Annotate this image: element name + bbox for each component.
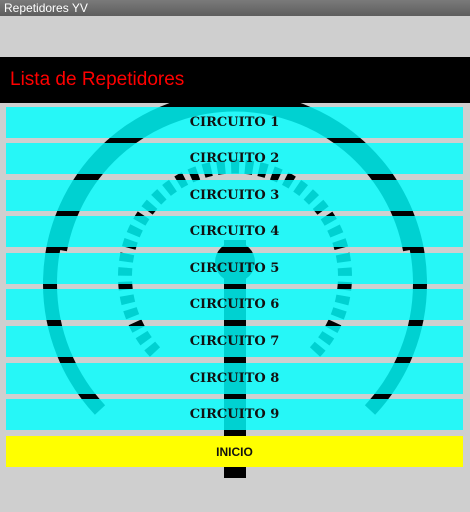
window-title-bar: Repetidores YV (0, 0, 470, 16)
circuito-6-button[interactable]: CIRCUITO 6 (6, 289, 463, 320)
circuito-3-button[interactable]: CIRCUITO 3 (6, 180, 463, 211)
circuito-8-button[interactable]: CIRCUITO 8 (6, 363, 463, 394)
inicio-button[interactable]: INICIO (6, 436, 463, 467)
circuito-1-button[interactable]: CIRCUITO 1 (6, 107, 463, 138)
page-header: Lista de Repetidores (0, 57, 470, 103)
page-title: Lista de Repetidores (10, 69, 185, 90)
circuito-2-button[interactable]: CIRCUITO 2 (6, 143, 463, 174)
circuito-4-button[interactable]: CIRCUITO 4 (6, 216, 463, 247)
circuito-9-button[interactable]: CIRCUITO 9 (6, 399, 463, 430)
window-title: Repetidores YV (4, 1, 88, 15)
circuito-5-button[interactable]: CIRCUITO 5 (6, 253, 463, 284)
circuito-7-button[interactable]: CIRCUITO 7 (6, 326, 463, 357)
